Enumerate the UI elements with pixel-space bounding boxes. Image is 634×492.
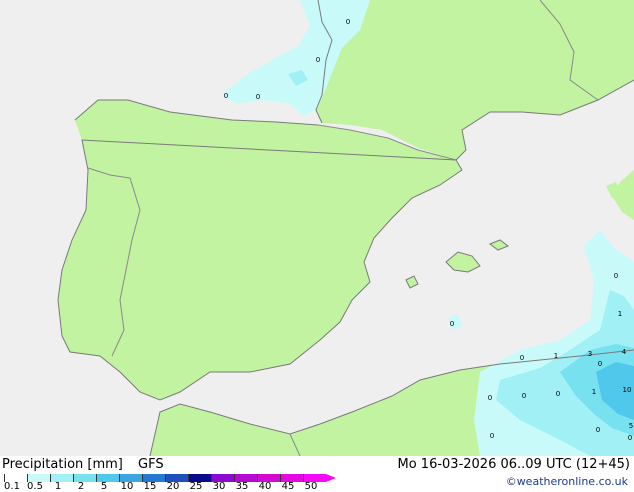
contour-label: 1: [592, 388, 596, 396]
contour-label: 5: [629, 422, 633, 430]
colorbar-tick-label: 1: [54, 481, 62, 492]
colorbar-tick-label: 40: [258, 481, 272, 492]
colorbar-tick-label: 45: [281, 481, 295, 492]
colorbar-segment: [50, 474, 73, 482]
legend-title: Precipitation [mm]: [2, 457, 123, 472]
precipitation-map: 0 0 0 0 0 0 0 1 0 1 3 4 1 10 0 0 0 0 0 0…: [0, 0, 634, 456]
contour-label: 0: [488, 394, 492, 402]
contour-label: 0: [450, 320, 454, 328]
contour-label: 0: [224, 92, 228, 100]
colorbar-tick-label: 5: [100, 481, 108, 492]
contour-label: 0: [316, 56, 320, 64]
contour-label: 0: [628, 434, 632, 442]
credit-text: ©weatheronline.co.uk: [505, 475, 628, 488]
colorbar-tick-label: 15: [143, 481, 157, 492]
colorbar-arrow-icon: [326, 474, 336, 482]
contour-label: 0: [598, 360, 602, 368]
contour-label: 0: [614, 272, 618, 280]
contour-label: 4: [622, 348, 627, 356]
valid-datetime: Mo 16-03-2026 06..09 UTC (12+45): [397, 457, 631, 472]
colorbar-tick-label: 30: [212, 481, 226, 492]
model-name: GFS: [138, 457, 164, 472]
contour-label: 3: [588, 350, 592, 358]
colorbar-tick-label: 20: [166, 481, 180, 492]
contour-label: 10: [623, 386, 632, 394]
contour-label: 1: [554, 352, 558, 360]
contour-label: 1: [618, 310, 622, 318]
colorbar-tick-label: 0.1: [4, 481, 20, 492]
colorbar-tick-label: 0.5: [27, 481, 43, 492]
colorbar-tick-label: 25: [189, 481, 203, 492]
colorbar-tick-label: 50: [304, 481, 318, 492]
contour-label: 0: [256, 93, 260, 101]
colorbar-segment: [73, 474, 96, 482]
contour-label: 0: [490, 432, 494, 440]
colorbar-tick-label: 2: [77, 481, 85, 492]
colorbar-segment: [96, 474, 119, 482]
colorbar-tick-label: 35: [235, 481, 249, 492]
contour-label: 0: [520, 354, 524, 362]
colorbar-tick-label: 10: [120, 481, 134, 492]
contour-label: 0: [522, 392, 526, 400]
contour-label: 0: [596, 426, 600, 434]
contour-label: 0: [556, 390, 560, 398]
contour-label: 0: [346, 18, 350, 26]
